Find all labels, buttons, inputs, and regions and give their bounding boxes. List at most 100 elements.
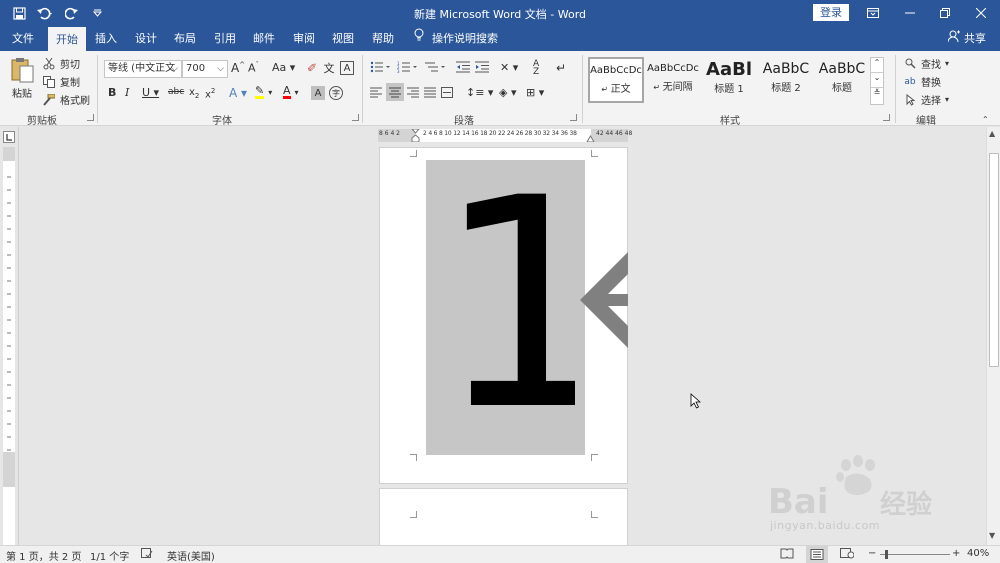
copy-button[interactable]: 复制: [42, 74, 80, 89]
read-mode-icon[interactable]: [780, 548, 794, 562]
character-shading-button[interactable]: A: [311, 86, 325, 100]
collapse-ribbon-icon[interactable]: ⌃: [982, 115, 989, 124]
scroll-up-icon[interactable]: ▲: [989, 129, 995, 138]
crop-mark: [410, 511, 417, 518]
superscript-button[interactable]: x2: [205, 87, 215, 100]
replace-button[interactable]: ab 替换: [903, 74, 941, 90]
more-styles-icon[interactable]: ≚: [871, 88, 883, 103]
document-page-2[interactable]: [379, 488, 628, 548]
justify-button[interactable]: [424, 87, 436, 98]
numbering-button[interactable]: 123: [397, 61, 419, 73]
login-button[interactable]: 登录: [813, 4, 849, 21]
scrollbar-thumb[interactable]: [989, 153, 999, 367]
zoom-in-button[interactable]: +: [952, 548, 960, 559]
ruler-margin-bottom: [3, 452, 15, 487]
bullets-button[interactable]: [370, 61, 392, 73]
style-normal[interactable]: AaBbCcDc ↵ 正文: [588, 57, 644, 103]
font-name-dropdown[interactable]: 等线 (中文正文 ⌵: [104, 60, 182, 78]
styles-gallery: AaBbCcDc ↵ 正文 AaBbCcDc ↵ 无间隔 AaBl 标题 1 A…: [588, 57, 870, 105]
strikethrough-icon: abc: [168, 87, 185, 97]
sort-button[interactable]: AZ: [533, 60, 539, 77]
tab-review[interactable]: 审阅: [288, 26, 320, 51]
chevron-up-icon[interactable]: ⌃: [871, 58, 883, 73]
restore-icon[interactable]: [928, 0, 962, 26]
text-effects-button[interactable]: A ▾: [229, 86, 247, 100]
enclose-characters-button[interactable]: 字: [329, 86, 343, 100]
tab-home[interactable]: 开始: [48, 27, 86, 51]
show-marks-button[interactable]: ↵: [556, 61, 566, 75]
highlight-button[interactable]: ✎ ▾: [255, 85, 272, 99]
shading-button[interactable]: ◈ ▾: [499, 86, 516, 99]
share-button[interactable]: 共享: [947, 26, 986, 51]
print-layout-icon[interactable]: [806, 546, 828, 563]
vertical-scrollbar[interactable]: ▲ ▼: [986, 127, 1000, 545]
tab-insert[interactable]: 插入: [90, 26, 122, 51]
align-center-button[interactable]: [386, 83, 404, 101]
ribbon-display-options-icon[interactable]: [856, 0, 890, 26]
styles-gallery-scroll: ⌃ ⌄ ≚: [870, 57, 884, 105]
chevron-down-icon[interactable]: ⌄: [871, 73, 883, 88]
find-button[interactable]: 查找 ▾: [903, 56, 949, 71]
style-heading-1[interactable]: AaBl 标题 1: [701, 57, 757, 103]
paste-button[interactable]: 粘贴: [8, 57, 36, 100]
style-no-spacing[interactable]: AaBbCcDc ↵ 无间隔: [645, 57, 701, 103]
close-icon[interactable]: [964, 0, 998, 26]
select-button[interactable]: 选择 ▾: [903, 92, 949, 107]
underline-button[interactable]: U ▾: [142, 86, 159, 99]
proofing-icon[interactable]: [141, 548, 153, 562]
clear-formatting-button[interactable]: ✐: [305, 61, 319, 75]
zoom-slider[interactable]: [880, 554, 950, 555]
change-case-button[interactable]: Aa ▾: [272, 61, 295, 74]
chinese-layout-button[interactable]: ✕ ▾: [500, 61, 518, 74]
zoom-level[interactable]: 40%: [967, 548, 989, 559]
tab-mailings[interactable]: 邮件: [248, 26, 280, 51]
indent-marker-icon[interactable]: [411, 129, 420, 142]
shrink-font-button[interactable]: Aˇ: [248, 61, 259, 75]
tab-stop-selector-icon[interactable]: [3, 131, 15, 143]
tab-help[interactable]: 帮助: [367, 26, 399, 51]
increase-indent-button[interactable]: [475, 61, 489, 73]
decrease-indent-button[interactable]: [456, 61, 470, 73]
multilevel-list-button[interactable]: [425, 61, 447, 73]
language-indicator[interactable]: 英语(美国): [167, 548, 215, 563]
tab-references[interactable]: 引用: [209, 26, 241, 51]
strikethrough-button[interactable]: abc: [168, 87, 184, 97]
phonetic-guide-button[interactable]: 文: [322, 61, 336, 75]
enclose-char-button[interactable]: A: [340, 61, 354, 75]
word-count[interactable]: 1/1 个字: [90, 548, 129, 563]
tab-layout[interactable]: 布局: [169, 26, 201, 51]
paragraph-launcher-icon[interactable]: [570, 114, 577, 121]
bold-button[interactable]: B: [108, 86, 116, 99]
borders-button[interactable]: ⊞ ▾: [526, 86, 544, 99]
scroll-down-icon[interactable]: ▼: [989, 531, 995, 540]
align-left-button[interactable]: [370, 87, 382, 98]
clipboard-launcher-icon[interactable]: [87, 114, 94, 121]
tell-me-search[interactable]: 操作说明搜索: [414, 26, 498, 51]
grow-font-button[interactable]: A^: [231, 61, 245, 75]
right-indent-marker-icon[interactable]: [586, 135, 595, 142]
align-right-button[interactable]: [407, 87, 419, 98]
tab-view[interactable]: 视图: [327, 26, 359, 51]
style-title[interactable]: AaBbC 标题: [814, 57, 870, 103]
page-count[interactable]: 第 1 页，共 2 页: [6, 548, 81, 563]
font-launcher-icon[interactable]: [352, 114, 359, 121]
web-layout-icon[interactable]: [840, 548, 855, 562]
distributed-button[interactable]: [441, 87, 453, 98]
line-spacing-button[interactable]: ↕≡ ▾: [466, 86, 493, 99]
decrease-indent-icon: [456, 61, 470, 73]
zoom-out-button[interactable]: −: [868, 548, 876, 559]
arrow-shape[interactable]: [580, 252, 628, 348]
tab-file[interactable]: 文件: [6, 26, 40, 51]
italic-button[interactable]: I: [125, 86, 129, 99]
cut-button[interactable]: 剪切: [42, 56, 80, 71]
font-color-button[interactable]: A ▾: [283, 85, 299, 99]
tab-design[interactable]: 设计: [130, 26, 162, 51]
format-painter-button[interactable]: 格式刷: [42, 92, 90, 107]
zoom-slider-thumb[interactable]: [885, 550, 888, 559]
subscript-button[interactable]: x2: [189, 87, 199, 100]
minimize-icon[interactable]: [893, 0, 927, 26]
styles-launcher-icon[interactable]: [883, 114, 890, 121]
style-heading-2[interactable]: AaBbC 标题 2: [758, 57, 814, 103]
clipboard-group-label: 剪贴板: [27, 116, 57, 127]
font-size-dropdown[interactable]: 700 ⌵: [182, 60, 228, 78]
